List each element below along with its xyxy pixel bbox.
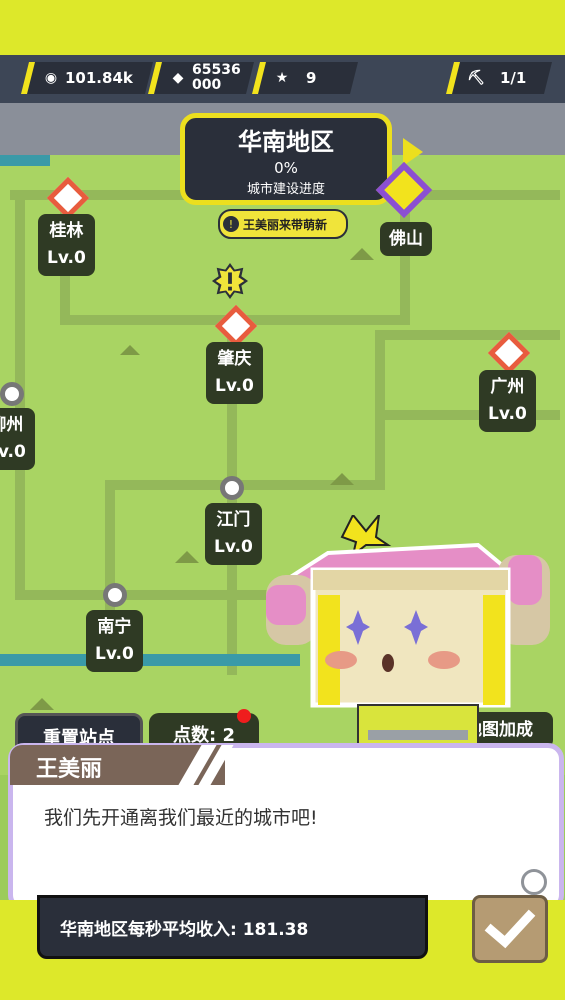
city-name: 广州 [490,377,525,397]
city-name: 柳州 [0,415,24,435]
city-name: 江门 [216,510,251,530]
guide-tag[interactable]: ! 王美丽来带萌新 [218,209,348,239]
city-level: Lv.0 [95,644,134,664]
character-wang-meili[interactable] [258,515,558,755]
city-label-guangzhou[interactable]: 广州 Lv.0 [479,370,536,432]
star-value: 9 [306,69,317,87]
city-label-jiangmen[interactable]: 江门 Lv.0 [205,503,262,565]
gem-counter[interactable]: ◆ 65536 000 [148,62,254,94]
city-marker-nanning[interactable] [103,583,127,607]
star-icon: ★ [275,70,289,86]
region-percent: 0% [274,159,298,177]
next-region-arrow-icon[interactable] [403,138,423,166]
notification-dot [237,709,251,723]
city-name: 南宁 [97,617,132,637]
region-progress-label: 城市建设进度 [246,182,325,197]
city-label-liuzhou[interactable]: 柳州 Lv.0 [0,408,35,470]
tool-counter[interactable]: ⛏ 1/1 [446,62,552,94]
star-counter[interactable]: ★ 9 [252,62,358,94]
city-level: Lv.0 [215,376,254,396]
coin-value: 101.84k [65,69,133,87]
city-level: Lv.0 [214,537,253,557]
confirm-button[interactable] [472,895,548,963]
top-decor-band [0,0,565,60]
city-name: 桂林 [49,221,84,241]
coin-counter[interactable]: ◉ 101.84k [21,62,153,94]
city-name: 佛山 [389,229,423,249]
tool-value: 1/1 [500,69,527,87]
gem-icon: ◆ [172,69,184,86]
city-label-foshan[interactable]: 佛山 [380,222,432,256]
region-progress-card[interactable]: 华南地区 0% 城市建设进度 [180,113,392,205]
city-marker-liuzhou[interactable] [0,382,24,406]
guide-tag-label: 王美丽来带萌新 [243,217,328,232]
city-marker-jiangmen[interactable] [220,476,244,500]
dialog-speaker-tag: 王美丽 [10,745,234,785]
income-text: 华南地区每秒平均收入: 181.38 [60,920,309,940]
region-name: 华南地区 [238,128,334,156]
pickaxe-icon: ⛏ [467,70,485,86]
city-label-nanning[interactable]: 南宁 Lv.0 [86,610,143,672]
city-level: Lv.0 [47,248,86,268]
guide-face-icon: ! [223,216,239,232]
dialog-speaker-name: 王美丽 [36,757,103,782]
skip-icon[interactable] [521,869,547,895]
city-name: 肇庆 [217,349,252,369]
city-level: Lv.0 [0,442,26,462]
dialog-text: 我们先开通离我们最近的城市吧! [44,807,318,829]
check-icon [484,909,536,949]
income-bar: 华南地区每秒平均收入: 181.38 [37,895,428,959]
city-label-zhaoqing[interactable]: 肇庆 Lv.0 [206,342,263,404]
alert-star-icon[interactable] [211,262,249,300]
gem-value: 65536 000 [192,62,241,93]
city-level: Lv.0 [488,404,527,424]
city-label-guilin[interactable]: 桂林 Lv.0 [38,214,95,276]
coin-icon: ◉ [44,70,58,86]
